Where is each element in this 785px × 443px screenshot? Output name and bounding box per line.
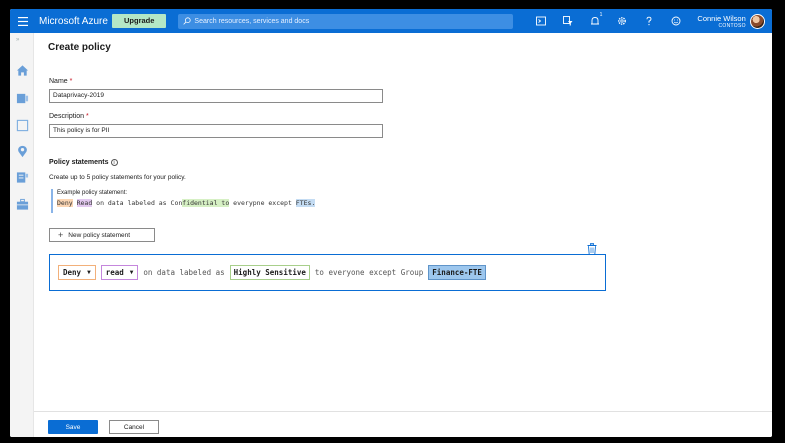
page-title: Create policy [48, 42, 111, 53]
search-placeholder: Search resources, services and docs [194, 17, 310, 25]
delete-icon[interactable] [587, 243, 597, 255]
sidebar: » [10, 33, 34, 437]
new-policy-statement-label: New policy statement [68, 231, 131, 239]
chevron-down-icon: ▼ [87, 269, 91, 276]
avatar[interactable] [749, 13, 765, 29]
plus-icon: + [58, 229, 64, 240]
name-field[interactable]: Dataprivacy-2019 [49, 89, 383, 103]
user-org: CONTOSO [718, 22, 746, 29]
cloud-shell-icon[interactable] [527, 9, 554, 33]
search-icon [183, 17, 192, 25]
briefcase-icon[interactable] [14, 196, 30, 212]
description-field[interactable]: This policy is for PII [49, 124, 383, 138]
user-name: Connie Wilson [697, 13, 746, 23]
account-menu[interactable]: Connie Wilson CONTOSO [697, 13, 765, 29]
expand-chevron-icon[interactable]: » [16, 37, 19, 43]
top-bar: Microsoft Azure Upgrade Search resources… [10, 9, 772, 33]
menu-icon[interactable] [13, 9, 33, 33]
name-label: Name * [49, 78, 73, 85]
feedback-icon[interactable] [662, 9, 689, 33]
policy-statement-row: Deny ▼ read ▼ on data labeled as Highly … [49, 254, 606, 291]
example-group: FTEs. [295, 199, 316, 207]
upgrade-button[interactable]: Upgrade [112, 14, 167, 28]
new-policy-statement-button[interactable]: + New policy statement [49, 228, 155, 242]
permission-dropdown[interactable]: read ▼ [100, 265, 139, 280]
dashboard-icon[interactable] [14, 90, 30, 106]
brand-title[interactable]: Microsoft Azure [39, 16, 111, 27]
statement-text1: on data labeled as [143, 268, 225, 277]
example-text1: on data labeled as [96, 199, 167, 207]
save-button[interactable]: Save [48, 420, 98, 434]
location-icon[interactable] [14, 143, 30, 159]
statement-text2: to everyone except Group [314, 268, 424, 277]
settings-icon[interactable] [608, 9, 635, 33]
info-icon[interactable]: i [110, 159, 118, 166]
example-label: Example policy statement: [57, 190, 128, 196]
group-field[interactable]: Finance-FTE [428, 265, 486, 280]
chevron-down-icon: ▼ [129, 269, 134, 276]
example-statement: Example policy statement: Deny Read on d… [51, 189, 351, 213]
cancel-button[interactable]: Cancel [109, 420, 159, 434]
description-label: Description * [49, 113, 89, 120]
directory-filter-icon[interactable] [554, 9, 581, 33]
effect-value: Deny [63, 268, 82, 277]
example-verb: Read [76, 199, 93, 207]
notifications-icon[interactable]: 1 [581, 9, 608, 33]
policy-statements-subtitle: Create up to 5 policy statements for you… [49, 174, 186, 181]
home-icon[interactable] [14, 62, 30, 78]
notification-badge: 1 [599, 12, 603, 18]
example-text2: everypne except [233, 199, 292, 207]
services-icon[interactable] [14, 169, 30, 185]
resources-icon[interactable] [14, 117, 30, 133]
sensitivity-label-field[interactable]: Highly Sensitive [229, 265, 310, 280]
search-input[interactable]: Search resources, services and docs [178, 13, 514, 29]
example-label-highlight: fidential to [182, 199, 230, 207]
example-action: Deny [57, 199, 73, 207]
example-label-plain: Con [170, 199, 183, 207]
azure-portal-window: Microsoft Azure Upgrade Search resources… [10, 9, 772, 437]
permission-value: read [105, 268, 124, 277]
policy-statements-title: Policy statements i [49, 159, 118, 166]
action-footer: Save Cancel [34, 411, 772, 437]
example-line: Deny Read on data labeled as Confidentia… [57, 199, 351, 207]
effect-dropdown[interactable]: Deny ▼ [58, 265, 96, 280]
help-icon[interactable] [635, 9, 662, 33]
